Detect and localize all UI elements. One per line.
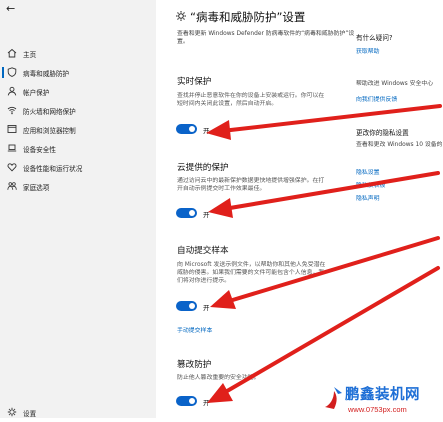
toggle-knob bbox=[189, 398, 195, 404]
section-title-tamper: 篡改防护 bbox=[177, 360, 212, 370]
toggle-knob bbox=[189, 303, 195, 309]
shield-icon bbox=[7, 67, 17, 77]
watermark-url: www.0753px.com bbox=[348, 405, 407, 414]
sidebar-item-firewall[interactable]: 防火墙和网络保护 bbox=[0, 101, 156, 120]
sidebar-item-label: 家庭选项 bbox=[23, 184, 50, 192]
sidebar-item-label: 帐户保护 bbox=[23, 89, 50, 97]
section-title-sample: 自动提交样本 bbox=[177, 246, 229, 256]
sidebar-item-label: 设置 bbox=[23, 410, 37, 418]
sample-submission-toggle-row: 开 bbox=[176, 301, 236, 313]
right-column: 有什么疑问? 获取帮助 帮助改进 Windows 安全中心 向我们提供反馈 更改… bbox=[356, 0, 443, 418]
privacy-title: 更改你的隐私设置 bbox=[356, 129, 409, 137]
manual-submit-sample-link[interactable]: 手动提交样本 bbox=[177, 325, 212, 334]
section-desc-tamper: 防止他人篡改重要的安全功能。 bbox=[177, 375, 260, 381]
app-window-icon bbox=[7, 125, 17, 133]
sidebar-item-label: 设备安全性 bbox=[23, 146, 56, 154]
get-help-link[interactable]: 获取帮助 bbox=[356, 46, 380, 55]
realtime-protection-toggle-row: 开 bbox=[176, 124, 236, 136]
toggle-state-label: 开 bbox=[203, 211, 210, 219]
sidebar-item-device-performance[interactable]: 设备性能和运行状况 bbox=[0, 158, 156, 177]
toggle-state-label: 开 bbox=[203, 127, 210, 135]
privacy-statement-link[interactable]: 隐私声明 bbox=[356, 193, 380, 202]
heart-icon bbox=[7, 163, 17, 172]
section-desc-realtime: 查找并停止恶意软件在你的设备上安装或运行。你可以在短时间内关闭此设置，然后自动开… bbox=[177, 93, 325, 107]
back-button[interactable]: ← bbox=[6, 2, 22, 16]
privacy-dashboard-link[interactable]: 隐私仪表板 bbox=[356, 180, 385, 189]
section-desc-cloud: 通过访问云中的最新保护数据更快地提供增强保护。在打开自动示例提交时工作效果最佳。 bbox=[177, 178, 325, 192]
sidebar-item-label: 设备性能和运行状况 bbox=[23, 165, 83, 173]
question-title: 有什么疑问? bbox=[356, 34, 393, 42]
person-icon bbox=[7, 86, 17, 96]
watermark-name: 鹏鑫装机网 bbox=[345, 387, 420, 403]
section-title-cloud: 云提供的保护 bbox=[177, 163, 229, 173]
back-arrow-icon: ← bbox=[6, 2, 16, 15]
privacy-settings-link[interactable]: 隐私设置 bbox=[356, 167, 380, 176]
cloud-protection-toggle-row: 开 bbox=[176, 208, 236, 220]
sidebar-item-family-options[interactable]: 家庭选项 bbox=[0, 177, 156, 196]
tamper-protection-toggle-row: 开 bbox=[176, 396, 236, 408]
toggle-state-label: 开 bbox=[203, 304, 210, 312]
feedback-link[interactable]: 向我们提供反馈 bbox=[356, 94, 397, 103]
realtime-protection-toggle[interactable] bbox=[176, 124, 197, 134]
tamper-protection-toggle[interactable] bbox=[176, 396, 197, 406]
sidebar: ← 主页 病毒和威胁防护 帐户保护 防火墙和网络保护 应用和浏览器控制 设备安全… bbox=[0, 0, 156, 418]
home-icon bbox=[7, 48, 17, 58]
toggle-knob bbox=[189, 210, 195, 216]
toggle-knob bbox=[189, 126, 195, 132]
sidebar-item-label: 防火墙和网络保护 bbox=[23, 108, 76, 116]
sidebar-item-label: 应用和浏览器控制 bbox=[23, 127, 76, 135]
sidebar-item-home[interactable]: 主页 bbox=[0, 44, 156, 63]
section-desc-sample: 向 Microsoft 发送示例文件，以帮助你和其他人免受潜在威胁的侵害。如果我… bbox=[177, 262, 326, 284]
sample-submission-toggle[interactable] bbox=[176, 301, 197, 311]
sidebar-item-account-protection[interactable]: 帐户保护 bbox=[0, 82, 156, 101]
sidebar-item-label: 主页 bbox=[23, 51, 37, 59]
page-title: “病毒和威胁防护”设置 bbox=[176, 9, 306, 25]
sidebar-item-settings[interactable]: 设置 bbox=[0, 403, 156, 422]
improve-title: 帮助改进 Windows 安全中心 bbox=[356, 81, 434, 87]
privacy-text: 查看和更改 Windows 10 设备的隐私设置。 bbox=[356, 142, 442, 148]
laptop-icon bbox=[7, 144, 17, 152]
cloud-protection-toggle[interactable] bbox=[176, 208, 197, 218]
page-title-text: “病毒和威胁防护”设置 bbox=[190, 10, 306, 24]
family-icon bbox=[7, 182, 17, 190]
sidebar-item-device-security[interactable]: 设备安全性 bbox=[0, 139, 156, 158]
gear-icon bbox=[7, 407, 17, 417]
sidebar-item-label: 病毒和威胁防护 bbox=[23, 70, 70, 78]
watermark-logo-icon bbox=[325, 387, 342, 409]
watermark: 鹏鑫装机网 www.0753px.com bbox=[322, 383, 443, 418]
sidebar-item-app-browser-control[interactable]: 应用和浏览器控制 bbox=[0, 120, 156, 139]
section-title-realtime: 实时保护 bbox=[177, 77, 212, 87]
intro-text: 查看和更新 Windows Defender 防病毒软件的“病毒和威胁防护”设置… bbox=[177, 31, 355, 45]
toggle-state-label: 开 bbox=[203, 399, 210, 407]
sidebar-item-virus-protection[interactable]: 病毒和威胁防护 bbox=[0, 63, 156, 82]
wifi-icon bbox=[7, 106, 17, 115]
main-content: “病毒和威胁防护”设置 查看和更新 Windows Defender 防病毒软件… bbox=[156, 0, 443, 418]
settings-gear-icon bbox=[176, 11, 186, 21]
